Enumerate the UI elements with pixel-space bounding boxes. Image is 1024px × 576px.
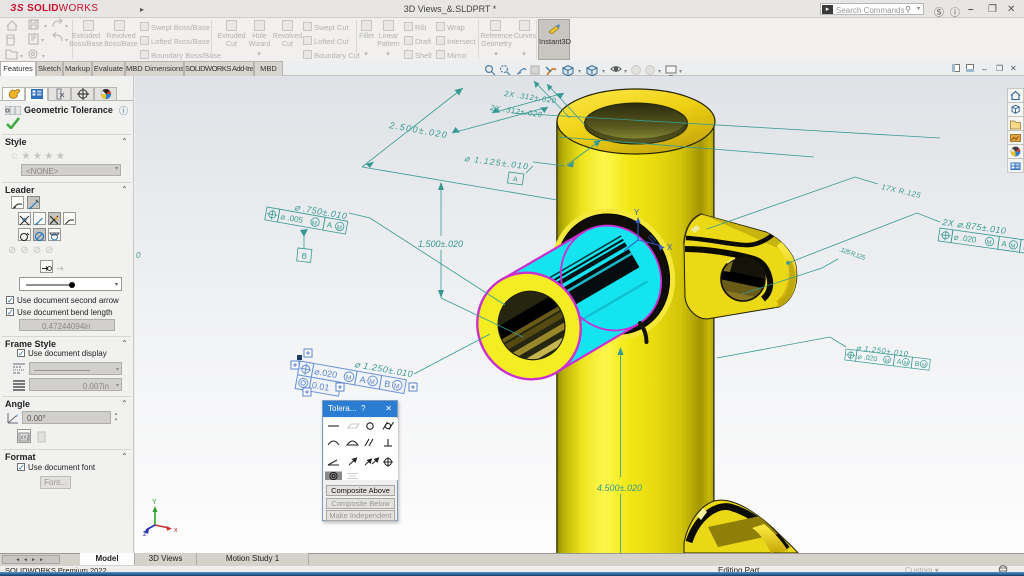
svg-text:2X .312±.020: 2X .312±.020 <box>489 103 544 119</box>
svg-text:⌀ 1.125±.010: ⌀ 1.125±.010 <box>464 153 529 171</box>
svg-text:▾: ▾ <box>65 38 68 44</box>
svg-text:A: A <box>1001 239 1008 249</box>
svg-text:M: M <box>904 360 909 366</box>
svg-text:2.500±.020: 2.500±.020 <box>388 120 448 140</box>
svg-text:⌀ .020: ⌀ .020 <box>953 233 977 245</box>
svg-text:B: B <box>301 251 307 261</box>
svg-text:X: X <box>667 243 673 252</box>
svg-text:▾: ▾ <box>578 69 581 75</box>
svg-text:▾: ▾ <box>20 54 23 60</box>
svg-text:2X .312±.020: 2X .312±.020 <box>503 89 558 105</box>
svg-text:▾: ▾ <box>41 38 44 44</box>
svg-text:M: M <box>1010 243 1016 250</box>
svg-text:x: x <box>174 527 178 534</box>
svg-text:M: M <box>336 225 342 232</box>
svg-text:0: 0 <box>136 251 141 260</box>
svg-text:▾: ▾ <box>679 69 682 75</box>
svg-text:1.500±.020: 1.500±.020 <box>418 239 463 249</box>
svg-text:A: A <box>896 359 902 367</box>
svg-text:▾: ▾ <box>44 24 47 30</box>
svg-text:▾: ▾ <box>658 69 661 75</box>
svg-text:.125 R.125: .125 R.125 <box>838 246 866 262</box>
svg-text:XYZ: XYZ <box>20 436 30 442</box>
svg-text:B: B <box>914 361 920 369</box>
svg-text:z: z <box>143 531 147 538</box>
svg-text:M: M <box>884 358 889 364</box>
svg-text:▾: ▾ <box>42 54 45 60</box>
svg-text:4.500±.020: 4.500±.020 <box>597 483 642 493</box>
svg-text:M: M <box>311 220 317 227</box>
svg-text:M: M <box>921 362 926 368</box>
svg-text:▾: ▾ <box>65 24 68 30</box>
svg-text:A: A <box>326 220 333 230</box>
svg-text:17X R.125: 17X R.125 <box>881 182 923 200</box>
svg-text:A: A <box>512 176 518 184</box>
svg-text:Y: Y <box>634 208 640 217</box>
svg-text:▾: ▾ <box>624 69 627 75</box>
svg-text:▾: ▾ <box>602 69 605 75</box>
svg-text:Y: Y <box>152 499 157 506</box>
svg-text:M: M <box>986 240 992 247</box>
